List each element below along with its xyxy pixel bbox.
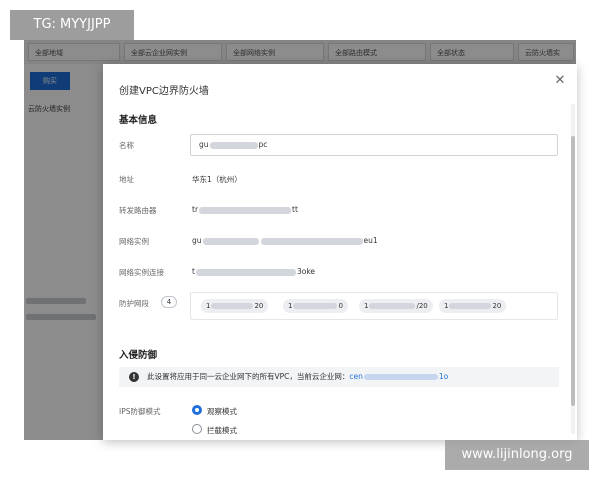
cidr-tag-end: 20 <box>492 302 502 310</box>
dialog-title: 创建VPC边界防火墙 <box>119 86 209 97</box>
instance-value-start: gu <box>192 236 202 245</box>
address-label: 地址 <box>119 175 134 184</box>
masked-text <box>363 374 438 380</box>
cen-link-start: cen <box>349 372 363 381</box>
cidr-tag[interactable]: 10 <box>283 299 348 313</box>
masked-text <box>209 141 258 149</box>
router-value-end: tt <box>292 205 298 214</box>
cen-link-end: 1o <box>438 372 449 381</box>
block-mode-label[interactable]: 拦截模式 <box>207 425 237 436</box>
network-instance-label: 网络实例 <box>119 237 149 246</box>
close-icon[interactable]: ✕ <box>553 74 567 88</box>
instance-value-end: eu1 <box>363 236 378 245</box>
name-label: 名称 <box>119 141 134 150</box>
connection-value-end: 3oke <box>296 267 316 276</box>
ips-mode-label: IPS防御模式 <box>119 407 161 416</box>
cidr-tag[interactable]: 1 20 <box>439 299 507 313</box>
network-connection-label: 网络实例连接 <box>119 268 164 277</box>
masked-text <box>202 237 259 245</box>
cidr-tag-start: 1 <box>444 302 449 310</box>
cidr-tag[interactable]: 1 20 <box>201 299 269 313</box>
scrollbar-thumb[interactable] <box>571 136 575 406</box>
cidr-tag-end: 0 <box>338 302 343 310</box>
info-message: 此设置将应用于同一云企业网下的所有VPC，当前云企业网： <box>147 372 350 381</box>
cidr-count-badge: 4 <box>161 296 177 308</box>
name-value-end: pc <box>258 140 268 149</box>
address-value: 华东1（杭州） <box>192 175 242 184</box>
network-connection-value: t 3oke <box>192 267 315 276</box>
cidr-label: 防护网段 <box>119 299 149 308</box>
observe-mode-label[interactable]: 观察模式 <box>207 406 237 417</box>
cidr-tag-start: 1 <box>288 302 293 310</box>
info-notice: ! 此设置将应用于同一云企业网下的所有VPC，当前云企业网：cen 1o <box>119 367 559 387</box>
masked-text <box>260 237 363 245</box>
watermark-bottom: www.lijinlong.org <box>445 440 589 470</box>
masked-text <box>293 303 338 309</box>
basic-info-heading: 基本信息 <box>119 115 158 126</box>
cidr-tag[interactable]: 1/20 <box>359 299 433 313</box>
masked-text <box>199 206 292 214</box>
masked-text <box>369 303 416 309</box>
connection-value-start: t <box>192 267 195 276</box>
router-value-start: tr <box>192 205 199 214</box>
cidr-tag-box[interactable]: 1 20 10 1/20 1 20 <box>190 292 558 320</box>
intrusion-prevention-heading: 入侵防御 <box>119 350 158 361</box>
info-notice-text: 此设置将应用于同一云企业网下的所有VPC，当前云企业网：cen 1o <box>147 367 448 387</box>
network-instance-value: gu eu1 <box>192 236 378 245</box>
router-label: 转发路由器 <box>119 206 157 215</box>
create-vpc-firewall-dialog: 创建VPC边界防火墙 ✕ 基本信息 名称 gu pc 地址 华东1（杭州） 转发路… <box>103 64 577 440</box>
name-input[interactable]: gu pc <box>190 134 558 156</box>
router-value: tr tt <box>192 205 298 214</box>
masked-text <box>195 268 296 276</box>
name-value-start: gu <box>199 140 209 149</box>
observe-mode-radio[interactable] <box>192 405 202 415</box>
cidr-tag-end: 20 <box>254 302 264 310</box>
masked-text <box>449 303 492 309</box>
info-icon: ! <box>129 372 139 382</box>
masked-text <box>211 303 254 309</box>
block-mode-radio[interactable] <box>192 424 202 434</box>
cidr-tag-end: /20 <box>416 302 428 310</box>
screenshot-root: 全部地域 全部云企业网实例 全部网络实例 全部路由模式 全部状态 云防火墙实 购… <box>0 0 600 480</box>
cen-link[interactable]: cen 1o <box>349 372 448 381</box>
cidr-tag-start: 1 <box>206 302 211 310</box>
watermark-top: TG: MYYJJPP <box>10 10 134 40</box>
cidr-tag-start: 1 <box>364 302 369 310</box>
